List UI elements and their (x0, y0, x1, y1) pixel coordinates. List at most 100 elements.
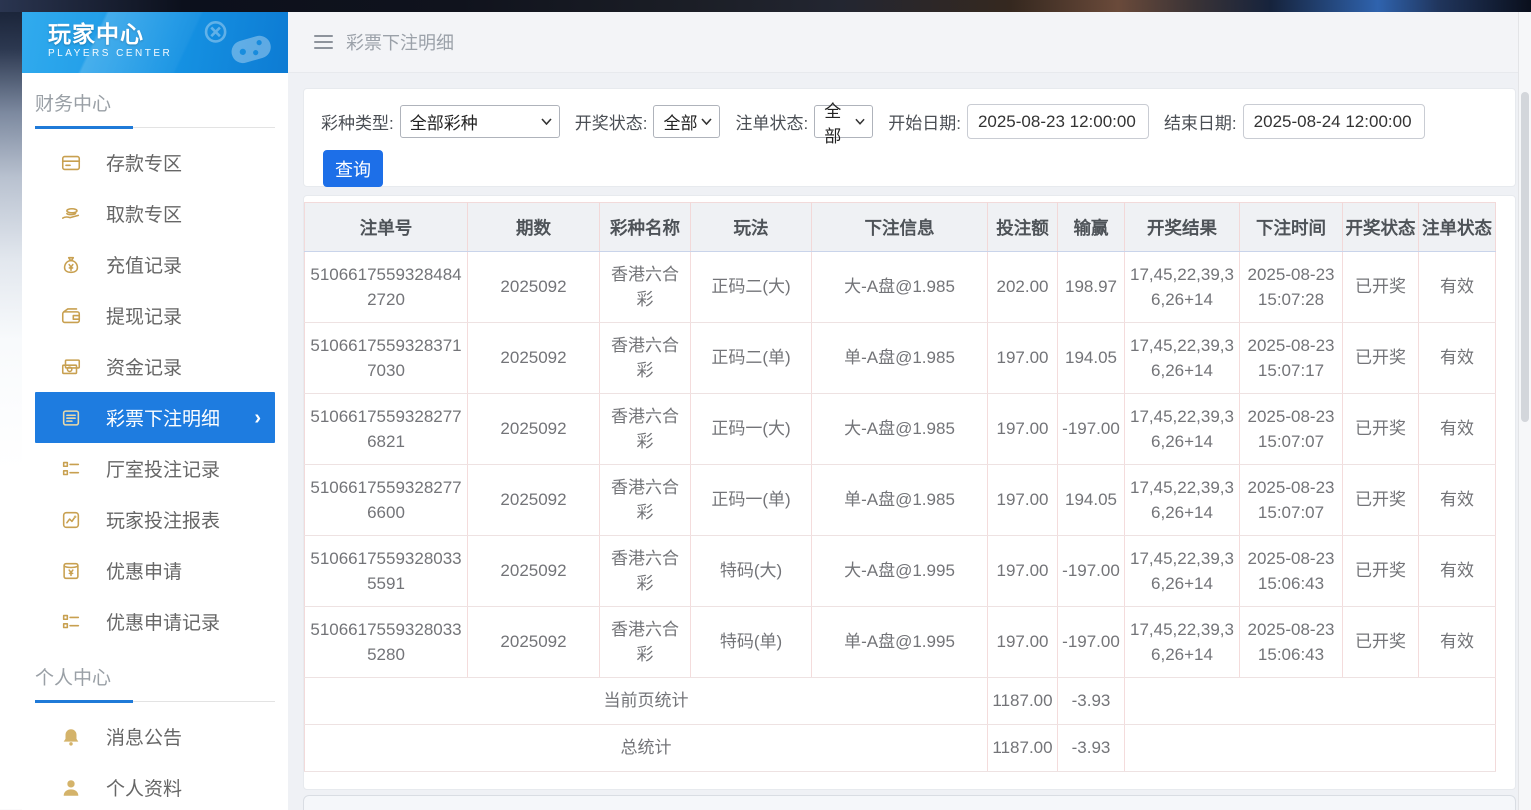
start-date-input[interactable] (967, 104, 1149, 139)
cell-bet-id: 51066175593284842720 (305, 252, 468, 323)
order-status-select[interactable]: 全部 (814, 105, 873, 138)
table-row: 51066175593280335591 2025092 香港六合彩 特码(大)… (305, 536, 1496, 607)
sidebar-item-label: 彩票下注明细 (106, 404, 220, 431)
draw-status-select[interactable]: 全部 (653, 105, 720, 138)
sidebar-item-profile[interactable]: 个人资料 (35, 762, 275, 810)
logo-banner: 玩家中心 PLAYERS CENTER (22, 12, 288, 73)
list-icon (60, 458, 82, 480)
cell-win-loss: 198.97 (1058, 252, 1125, 323)
cell-bet-time: 2025-08-23 15:06:43 (1240, 607, 1343, 678)
cell-bet-id: 51066175593280335280 (305, 607, 468, 678)
table-row: 51066175593283717030 2025092 香港六合彩 正码二(单… (305, 323, 1496, 394)
main-area: 彩票下注明细 彩种类型: 全部彩种 开奖状态: 全部 (288, 12, 1531, 810)
cell-win-loss: -197.00 (1058, 607, 1125, 678)
sidebar-item-lottery-bet-details[interactable]: 彩票下注明细 › (35, 392, 275, 443)
lottery-type-value: 全部彩种 (410, 109, 478, 134)
finance-menu: 存款专区 取款专区 充值记录 提现记录 (22, 137, 288, 647)
cell-order-status: 有效 (1419, 394, 1496, 465)
sidebar-item-label: 厅室投注记录 (106, 455, 220, 482)
sidebar-item-label: 充值记录 (106, 251, 182, 278)
start-date-label: 开始日期: (888, 109, 961, 134)
cell-win-loss: -197.00 (1058, 536, 1125, 607)
scrollbar-track[interactable] (1518, 12, 1531, 810)
section-rule (35, 126, 275, 129)
sidebar-item-recharge-records[interactable]: 充值记录 (35, 239, 275, 290)
query-button[interactable]: 查询 (323, 150, 383, 187)
sidebar-item-label: 提现记录 (106, 302, 182, 329)
end-date-input[interactable] (1243, 104, 1425, 139)
chevron-down-icon (541, 118, 552, 125)
cell-amount: 197.00 (988, 394, 1058, 465)
cell-lottery-name: 香港六合彩 (600, 252, 691, 323)
withdraw-icon (60, 203, 82, 225)
personal-menu: 消息公告 个人资料 (22, 711, 288, 810)
cell-lottery-name: 香港六合彩 (600, 607, 691, 678)
table-row: 51066175593282776600 2025092 香港六合彩 正码一(单… (305, 465, 1496, 536)
sidebar-item-announcements[interactable]: 消息公告 (35, 711, 275, 762)
list-icon (60, 611, 82, 633)
cell-lottery-name: 香港六合彩 (600, 536, 691, 607)
sidebar-item-withdraw[interactable]: 取款专区 (35, 188, 275, 239)
bell-icon (60, 726, 82, 748)
gamepad-icon (200, 18, 278, 70)
cell-play: 特码(单) (691, 607, 812, 678)
summary-empty (1125, 678, 1496, 725)
bets-table: 注单号 期数 彩种名称 玩法 下注信息 投注额 输赢 开奖结果 下注时间 开奖状… (304, 202, 1496, 772)
lottery-type-select[interactable]: 全部彩种 (400, 105, 560, 138)
sidebar-item-promo-apply-records[interactable]: 优惠申请记录 (35, 596, 275, 647)
cell-draw-status: 已开奖 (1343, 252, 1419, 323)
sidebar-item-fund-records[interactable]: 资金记录 (35, 341, 275, 392)
cell-order-status: 有效 (1419, 536, 1496, 607)
cell-bet-id: 51066175593282776600 (305, 465, 468, 536)
filter-panel: 彩种类型: 全部彩种 开奖状态: 全部 注单 (303, 88, 1516, 187)
chevron-down-icon (701, 118, 712, 125)
cell-period: 2025092 (468, 607, 600, 678)
summary-empty (1125, 725, 1496, 772)
menu-toggle-icon[interactable] (314, 35, 333, 50)
cell-period: 2025092 (468, 323, 600, 394)
cell-bet-info: 单-A盘@1.985 (812, 323, 988, 394)
sidebar-item-label: 个人资料 (106, 774, 182, 801)
cell-bet-info: 单-A盘@1.995 (812, 607, 988, 678)
order-status-label: 注单状态: (735, 109, 808, 134)
content: 彩种类型: 全部彩种 开奖状态: 全部 注单 (288, 73, 1531, 810)
cell-bet-info: 大-A盘@1.985 (812, 394, 988, 465)
cell-bet-info: 大-A盘@1.985 (812, 252, 988, 323)
cell-bet-time: 2025-08-23 15:06:43 (1240, 536, 1343, 607)
cell-bet-id: 51066175593282776821 (305, 394, 468, 465)
section-title-finance: 财务中心 (35, 89, 275, 116)
cell-draw-result: 17,45,22,39,36,26+14 (1125, 536, 1240, 607)
sidebar-item-player-bet-report[interactable]: 玩家投注报表 (35, 494, 275, 545)
sidebar-item-promo-apply[interactable]: 优惠申请 (35, 545, 275, 596)
sidebar: 玩家中心 PLAYERS CENTER 财务中心 存款专区 (22, 12, 288, 810)
cell-play: 正码一(大) (691, 394, 812, 465)
player-center-window: 玩家中心 PLAYERS CENTER 财务中心 存款专区 (22, 12, 1531, 810)
cell-period: 2025092 (468, 536, 600, 607)
cell-amount: 197.00 (988, 536, 1058, 607)
sidebar-item-withdrawal-records[interactable]: 提现记录 (35, 290, 275, 341)
cell-draw-status: 已开奖 (1343, 465, 1419, 536)
cell-draw-status: 已开奖 (1343, 607, 1419, 678)
table-row: 51066175593284842720 2025092 香港六合彩 正码二(大… (305, 252, 1496, 323)
cell-draw-result: 17,45,22,39,36,26+14 (1125, 465, 1240, 536)
page-title: 彩票下注明细 (346, 29, 454, 55)
cell-play: 特码(大) (691, 536, 812, 607)
table-header-row: 注单号 期数 彩种名称 玩法 下注信息 投注额 输赢 开奖结果 下注时间 开奖状… (305, 203, 1496, 252)
desktop-backdrop (0, 0, 1531, 12)
sidebar-item-label: 存款专区 (106, 149, 182, 176)
filter-draw-status: 开奖状态: 全部 (575, 105, 721, 138)
scrollbar-thumb[interactable] (1521, 92, 1529, 422)
summary-amount: 1187.00 (988, 725, 1058, 772)
sidebar-item-label: 资金记录 (106, 353, 182, 380)
summary-win-loss: -3.93 (1058, 678, 1125, 725)
money-bag-icon (60, 254, 82, 276)
cell-order-status: 有效 (1419, 252, 1496, 323)
col-draw-status: 开奖状态 (1343, 203, 1419, 252)
wallet-icon (60, 305, 82, 327)
cell-order-status: 有效 (1419, 607, 1496, 678)
table-panel: 注单号 期数 彩种名称 玩法 下注信息 投注额 输赢 开奖结果 下注时间 开奖状… (303, 195, 1516, 790)
col-bet-id: 注单号 (305, 203, 468, 252)
sidebar-item-deposit[interactable]: 存款专区 (35, 137, 275, 188)
cell-amount: 197.00 (988, 323, 1058, 394)
sidebar-item-hall-bet-records[interactable]: 厅室投注记录 (35, 443, 275, 494)
